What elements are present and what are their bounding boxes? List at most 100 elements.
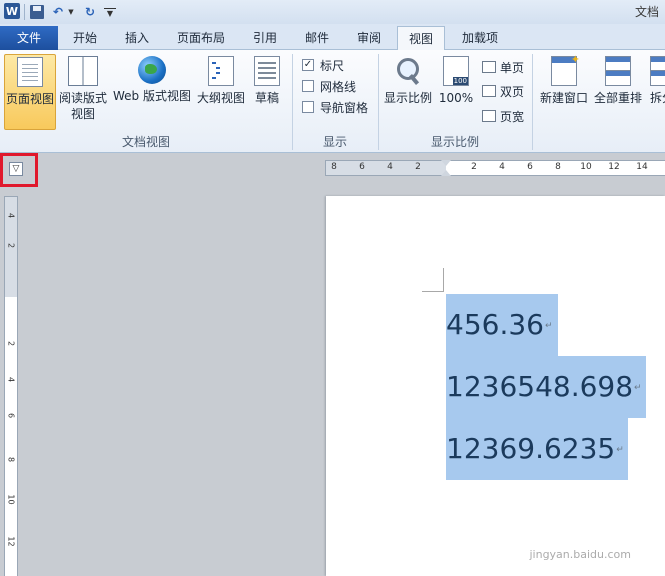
full-screen-reading-button[interactable]: 阅读版式 视图	[58, 54, 108, 130]
web-layout-button[interactable]: Web 版式视图	[110, 54, 194, 130]
ruler-tick-label: 12	[6, 536, 16, 547]
tab-home[interactable]: 开始	[62, 26, 108, 50]
hundred-percent-button[interactable]: 100%	[436, 54, 476, 130]
hundred-percent-icon	[443, 56, 469, 86]
undo-icon[interactable]: ↶	[50, 3, 66, 21]
number-text: 12369.6235	[446, 432, 616, 465]
arrange-all-button[interactable]: 全部重排	[592, 54, 644, 130]
gridlines-label: 网格线	[320, 79, 357, 94]
one-page-button[interactable]: 单页	[482, 58, 524, 76]
indent-marker[interactable]	[441, 160, 451, 176]
ruler-tick-label: 4	[6, 376, 16, 383]
ruler-label: 标尺	[320, 58, 345, 73]
ruler-checkbox[interactable]: ✓	[302, 59, 314, 71]
web-layout-label: Web 版式视图	[113, 89, 191, 103]
ruler-tick-label: 2	[6, 242, 16, 249]
tab-file[interactable]: 文件	[0, 26, 58, 50]
ruler-tick-label: 4	[387, 162, 393, 172]
document-line[interactable]: 456.36↵	[446, 294, 558, 356]
two-pages-button[interactable]: 双页	[482, 82, 524, 100]
tab-addins[interactable]: 加载项	[452, 26, 508, 50]
new-window-icon	[551, 53, 580, 86]
ruler-tick-label: 8	[331, 162, 337, 172]
number-text: 456.36	[446, 308, 544, 341]
gridlines-checkbox-row[interactable]: 网格线	[302, 77, 356, 95]
doc-views-group-label: 文档视图	[121, 135, 170, 149]
undo-dropdown-icon[interactable]: ▼	[67, 3, 75, 21]
tab-view[interactable]: 视图	[397, 26, 445, 51]
horizontal-ruler[interactable]: 8 6 4 2 2 4 6 8 10 12 14	[325, 160, 665, 176]
draft-label: 草稿	[254, 91, 279, 105]
page-width-label: 页宽	[500, 109, 525, 124]
nav-pane-label: 导航窗格	[320, 100, 369, 115]
ruler-tick-label: 4	[499, 162, 505, 172]
baidu-watermark-url: jingyan.baidu.com	[529, 548, 631, 561]
tab-references[interactable]: 引用	[242, 26, 288, 50]
paragraph-mark: ↵	[634, 383, 642, 393]
tab-insert[interactable]: 插入	[114, 26, 160, 50]
group-divider	[532, 54, 533, 150]
split-label: 拆分	[650, 91, 665, 105]
print-layout-label: 页面视图	[5, 92, 54, 106]
book-icon	[68, 56, 98, 86]
draft-icon	[254, 56, 280, 86]
document-line[interactable]: 12369.6235↵	[446, 418, 628, 480]
paragraph-mark: ↵	[616, 445, 624, 455]
window-title: 文档	[634, 5, 659, 19]
ruler-tick-label: 10	[580, 162, 592, 172]
tab-page-layout[interactable]: 页面布局	[166, 26, 236, 50]
print-layout-icon	[17, 57, 43, 87]
outline-label: 大纲视图	[196, 91, 245, 105]
gridlines-checkbox[interactable]	[302, 80, 314, 92]
new-window-label: 新建窗口	[539, 91, 588, 105]
vertical-ruler[interactable]: 4 2 2 4 6 8 10 12	[4, 196, 18, 576]
ribbon-view: 页面视图 阅读版式 视图 Web 版式视图 大纲视图 草稿 文档视图 ✓ 标尺 …	[0, 50, 665, 153]
ribbon-tab-row: 文件 开始 插入 页面布局 引用 邮件 审阅 视图 加载项	[0, 24, 665, 51]
split-icon	[650, 56, 665, 86]
ruler-tick-label: 6	[527, 162, 533, 172]
one-page-label: 单页	[500, 60, 525, 75]
ruler-tick-label: 6	[6, 412, 16, 419]
word-app-icon[interactable]: W	[4, 3, 20, 19]
two-pages-label: 双页	[500, 84, 525, 99]
ruler-tick-label: 14	[636, 162, 648, 172]
two-pages-icon	[482, 85, 496, 97]
document-line[interactable]: 1236548.698↵	[446, 356, 646, 418]
highlight-box: ▽	[0, 153, 38, 187]
arrange-all-label: 全部重排	[593, 91, 642, 105]
save-icon[interactable]	[30, 5, 44, 19]
full-screen-reading-label-2: 视图	[70, 107, 95, 121]
ruler-tick-label: 8	[6, 456, 16, 463]
print-layout-button[interactable]: 页面视图	[4, 54, 56, 130]
arrange-all-icon	[605, 56, 631, 86]
outline-icon	[208, 56, 234, 86]
redo-icon[interactable]: ↻	[82, 3, 98, 21]
outline-button[interactable]: 大纲视图	[196, 54, 246, 130]
tab-review[interactable]: 审阅	[346, 26, 392, 50]
hundred-percent-label: 100%	[438, 91, 474, 105]
paragraph-mark: ↵	[544, 321, 553, 331]
new-window-button[interactable]: 新建窗口	[536, 53, 592, 130]
tab-mailings[interactable]: 邮件	[294, 26, 340, 50]
customize-toolbar-icon[interactable]: ▼	[104, 8, 116, 18]
ruler-checkbox-row[interactable]: ✓ 标尺	[302, 56, 344, 74]
full-screen-reading-label-1: 阅读版式	[58, 91, 107, 105]
ruler-tick-label: 2	[471, 162, 477, 172]
ruler-tick-label: 2	[6, 340, 16, 347]
zoom-button[interactable]: 显示比例	[382, 54, 434, 130]
title-bar: W ↶ ▼ ↻ ▼ 文档	[0, 0, 665, 24]
split-button[interactable]: 拆分	[646, 54, 665, 130]
ruler-tick-label: 6	[359, 162, 365, 172]
magnifier-icon	[395, 56, 421, 86]
tab-selector-button[interactable]: ▽	[9, 162, 23, 176]
page-width-button[interactable]: 页宽	[482, 107, 524, 125]
page-width-icon	[482, 110, 496, 122]
one-page-icon	[482, 61, 496, 73]
ruler-tick-label: 4	[6, 212, 16, 219]
zoom-label: 显示比例	[383, 91, 432, 105]
quick-access-divider	[24, 4, 25, 20]
nav-pane-checkbox[interactable]	[302, 101, 314, 113]
draft-button[interactable]: 草稿	[248, 54, 286, 130]
ruler-tick-label: 8	[555, 162, 561, 172]
nav-pane-checkbox-row[interactable]: 导航窗格	[302, 98, 368, 116]
